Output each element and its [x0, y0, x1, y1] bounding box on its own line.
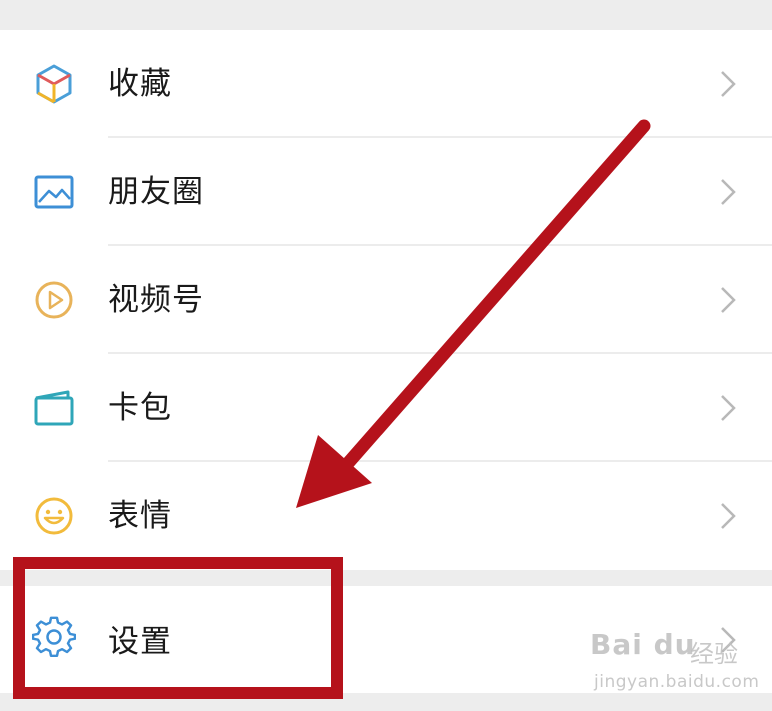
card-wallet-icon — [32, 386, 76, 430]
chevron-right-icon — [718, 392, 738, 424]
menu-item-label: 朋友圈 — [108, 174, 204, 210]
menu-item-label: 视频号 — [108, 282, 204, 318]
moments-image-icon — [32, 170, 76, 214]
menu-item-label: 卡包 — [108, 390, 172, 426]
chevron-right-icon — [718, 68, 738, 100]
channels-play-icon — [32, 278, 76, 322]
menu-item-favorites[interactable]: 收藏 — [0, 30, 772, 138]
menu-group-main: 收藏 朋友圈 视频号 卡包 表情 — [0, 30, 772, 570]
menu-item-label: 设置 — [108, 624, 172, 660]
sticker-smile-icon — [32, 494, 76, 538]
chevron-right-icon — [718, 176, 738, 208]
menu-item-label: 表情 — [108, 498, 172, 534]
chevron-right-icon — [718, 500, 738, 532]
chevron-right-icon — [718, 624, 738, 656]
menu-item-moments[interactable]: 朋友圈 — [0, 138, 772, 246]
menu-item-stickers[interactable]: 表情 — [0, 462, 772, 570]
menu-item-label: 收藏 — [108, 66, 172, 102]
chevron-right-icon — [718, 284, 738, 316]
gear-icon — [32, 616, 76, 660]
menu-group-settings: 设置 — [0, 586, 772, 693]
menu-item-card-wallet[interactable]: 卡包 — [0, 354, 772, 462]
favorites-cube-icon — [32, 62, 76, 106]
menu-item-channels[interactable]: 视频号 — [0, 246, 772, 354]
menu-item-settings[interactable]: 设置 — [0, 586, 772, 693]
